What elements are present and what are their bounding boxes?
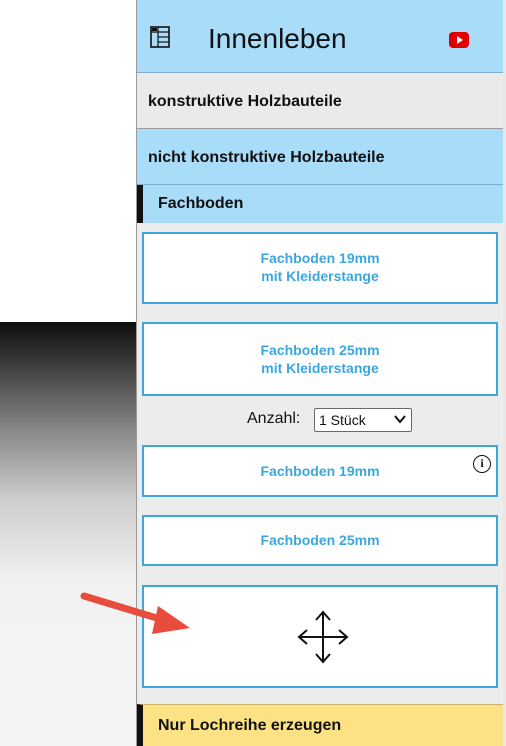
move-target-button[interactable] xyxy=(142,585,498,688)
quantity-label: Anzahl: xyxy=(247,410,301,427)
section-fachboden[interactable]: Fachboden xyxy=(137,185,503,223)
menu-item-label: konstruktive Holzbauteile xyxy=(148,93,342,110)
panel-title: Innenleben xyxy=(208,23,347,54)
menu-nicht-konstruktive-holzbauteile[interactable]: nicht konstruktive Holzbauteile xyxy=(137,129,503,185)
chevron-down-icon xyxy=(394,415,406,424)
grid-table-icon xyxy=(150,26,170,48)
nur-lochreihe-erzeugen[interactable]: Nur Lochreihe erzeugen xyxy=(137,704,503,746)
button-label: Fachboden 25mm xyxy=(260,532,380,548)
panel-header: Innenleben xyxy=(137,0,503,73)
button-line2: mit Kleiderstange xyxy=(261,268,379,284)
info-icon[interactable]: i xyxy=(473,455,491,473)
fachboden-19mm-button[interactable]: Fachboden 19mm xyxy=(142,445,498,497)
menu-item-label: nicht konstruktive Holzbauteile xyxy=(148,149,385,166)
fachboden-25mm-button[interactable]: Fachboden 25mm xyxy=(142,515,498,566)
move-arrows-icon xyxy=(297,610,349,664)
backdrop-white xyxy=(0,0,136,322)
button-line1: Fachboden 19mm xyxy=(260,250,380,266)
pointer-arrow-icon xyxy=(80,592,190,634)
section-title: Fachboden xyxy=(158,195,244,212)
backdrop-shadow xyxy=(0,322,136,746)
button-line1: Fachboden 25mm xyxy=(260,342,380,358)
menu-konstruktive-holzbauteile[interactable]: konstruktive Holzbauteile xyxy=(137,73,503,129)
youtube-icon[interactable] xyxy=(449,32,469,48)
button-label: Fachboden 19mm xyxy=(260,463,380,479)
quantity-value: 1 Stück xyxy=(319,412,366,428)
fachboden-25mm-kleiderstange-button[interactable]: Fachboden 25mm mit Kleiderstange xyxy=(142,322,498,396)
bottom-label: Nur Lochreihe erzeugen xyxy=(158,717,342,734)
button-line2: mit Kleiderstange xyxy=(261,360,379,376)
quantity-select[interactable]: 1 Stück xyxy=(314,408,412,432)
fachboden-19mm-kleiderstange-button[interactable]: Fachboden 19mm mit Kleiderstange xyxy=(142,232,498,304)
